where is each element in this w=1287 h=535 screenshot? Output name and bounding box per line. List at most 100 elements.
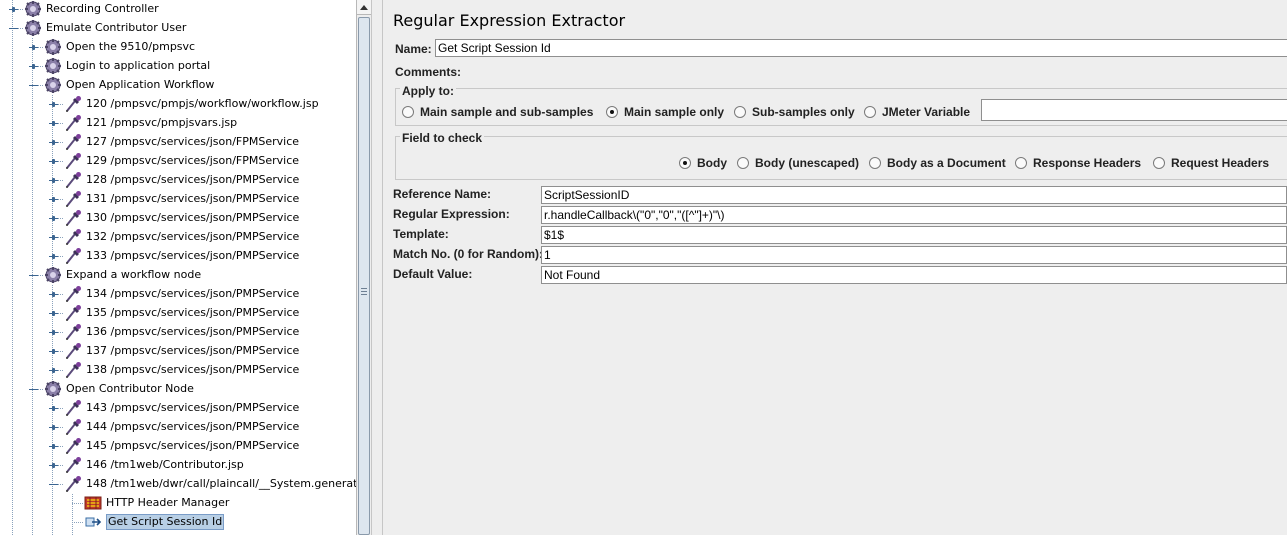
tree-node-label[interactable]: 133 /pmpsvc/services/json/PMPService: [86, 249, 299, 263]
collapse-handle-icon[interactable]: [9, 24, 18, 33]
tree-node-label[interactable]: 146 /tm1web/Contributor.jsp: [86, 458, 244, 472]
expand-handle-icon[interactable]: [49, 233, 58, 242]
tree-node-label[interactable]: 130 /pmpsvc/services/json/PMPService: [86, 211, 299, 225]
radio-button[interactable]: [679, 157, 691, 169]
field-input[interactable]: $1$: [541, 226, 1287, 244]
tree-node[interactable]: Emulate Contributor User: [0, 19, 356, 38]
expand-handle-icon[interactable]: [49, 461, 58, 470]
tree-node-label[interactable]: 145 /pmpsvc/services/json/PMPService: [86, 439, 299, 453]
tree-node-label[interactable]: Open Contributor Node: [66, 382, 194, 396]
tree-node[interactable]: Open Contributor Node: [0, 380, 356, 399]
expand-handle-icon[interactable]: [49, 290, 58, 299]
scroll-thumb[interactable]: [358, 17, 370, 535]
expand-handle-icon[interactable]: [29, 43, 38, 52]
tree-node-label[interactable]: 143 /pmpsvc/services/json/PMPService: [86, 401, 299, 415]
tree-node[interactable]: 137 /pmpsvc/services/json/PMPService: [0, 342, 356, 361]
field-input[interactable]: r.handleCallback\("0","0","([^"]+)"\): [541, 206, 1287, 224]
field-input[interactable]: 1: [541, 246, 1287, 264]
collapse-handle-icon[interactable]: [29, 81, 38, 90]
tree-node[interactable]: 121 /pmpsvc/pmpjsvars.jsp: [0, 114, 356, 133]
tree-node[interactable]: 135 /pmpsvc/services/json/PMPService: [0, 304, 356, 323]
tree-node[interactable]: 132 /pmpsvc/services/json/PMPService: [0, 228, 356, 247]
tree-node-label[interactable]: 138 /pmpsvc/services/json/PMPService: [86, 363, 299, 377]
tree-node[interactable]: HTTP Header Manager: [0, 494, 356, 513]
tree-node-label[interactable]: Get Script Session Id: [106, 514, 225, 530]
radio-button[interactable]: [1153, 157, 1165, 169]
tree-node-label[interactable]: Open the 9510/pmpsvc: [66, 40, 195, 54]
tree-node-label[interactable]: Login to application portal: [66, 59, 210, 73]
tree-node-label[interactable]: 131 /pmpsvc/services/json/PMPService: [86, 192, 299, 206]
tree-node[interactable]: 127 /pmpsvc/services/json/FPMService: [0, 133, 356, 152]
pane-splitter[interactable]: [371, 0, 383, 535]
tree-node-label[interactable]: 132 /pmpsvc/services/json/PMPService: [86, 230, 299, 244]
expand-handle-icon[interactable]: [49, 366, 58, 375]
tree-node[interactable]: 133 /pmpsvc/services/json/PMPService: [0, 247, 356, 266]
expand-handle-icon[interactable]: [49, 195, 58, 204]
expand-handle-icon[interactable]: [49, 138, 58, 147]
tree-node[interactable]: 144 /pmpsvc/services/json/PMPService: [0, 418, 356, 437]
tree-node-label[interactable]: 137 /pmpsvc/services/json/PMPService: [86, 344, 299, 358]
scroll-up-button[interactable]: [357, 0, 371, 15]
tree-node-label[interactable]: 120 /pmpsvc/pmpjs/workflow/workflow.jsp: [86, 97, 319, 111]
expand-handle-icon[interactable]: [49, 328, 58, 337]
tree-node-label[interactable]: 136 /pmpsvc/services/json/PMPService: [86, 325, 299, 339]
tree-node[interactable]: 136 /pmpsvc/services/json/PMPService: [0, 323, 356, 342]
collapse-handle-icon[interactable]: [29, 271, 38, 280]
expand-handle-icon[interactable]: [49, 157, 58, 166]
tree-node[interactable]: Expand a workflow node: [0, 266, 356, 285]
tree-node-label[interactable]: 148 /tm1web/dwr/call/plaincall/__System.…: [86, 477, 356, 491]
radio-button[interactable]: [606, 106, 618, 118]
tree-node-label[interactable]: Expand a workflow node: [66, 268, 201, 282]
tree-node[interactable]: Get Script Session Id: [0, 513, 356, 532]
tree-node-label[interactable]: Recording Controller: [46, 2, 159, 16]
tree-scrollbar[interactable]: [356, 0, 371, 535]
tree-node-label[interactable]: HTTP Header Manager: [106, 496, 229, 510]
tree-node-label[interactable]: 144 /pmpsvc/services/json/PMPService: [86, 420, 299, 434]
tree-node[interactable]: Login to application portal: [0, 57, 356, 76]
jmeter-variable-input[interactable]: [981, 99, 1287, 121]
expand-handle-icon[interactable]: [29, 62, 38, 71]
radio-button[interactable]: [402, 106, 414, 118]
test-plan-tree[interactable]: Recording Controller Emulate Contributor …: [0, 0, 356, 535]
expand-handle-icon[interactable]: [49, 176, 58, 185]
tree-node[interactable]: 143 /pmpsvc/services/json/PMPService: [0, 399, 356, 418]
tree-node[interactable]: 130 /pmpsvc/services/json/PMPService: [0, 209, 356, 228]
tree-node-label[interactable]: Open Application Workflow: [66, 78, 214, 92]
tree-node[interactable]: 129 /pmpsvc/services/json/FPMService: [0, 152, 356, 171]
radio-button[interactable]: [869, 157, 881, 169]
expand-handle-icon[interactable]: [49, 423, 58, 432]
expand-handle-icon[interactable]: [49, 347, 58, 356]
apply-to-option[interactable]: Main sample and sub-samples: [402, 104, 602, 120]
tree-node-label[interactable]: 129 /pmpsvc/services/json/FPMService: [86, 154, 299, 168]
expand-handle-icon[interactable]: [49, 252, 58, 261]
tree-node[interactable]: 145 /pmpsvc/services/json/PMPService: [0, 437, 356, 456]
expand-handle-icon[interactable]: [49, 100, 58, 109]
tree-node-label[interactable]: 134 /pmpsvc/services/json/PMPService: [86, 287, 299, 301]
tree-node-label[interactable]: Emulate Contributor User: [46, 21, 186, 35]
expand-handle-icon[interactable]: [49, 309, 58, 318]
field-check-option[interactable]: Request Headers: [1153, 155, 1287, 171]
tree-node[interactable]: 148 /tm1web/dwr/call/plaincall/__System.…: [0, 475, 356, 494]
tree-node[interactable]: 146 /tm1web/Contributor.jsp: [0, 456, 356, 475]
expand-handle-icon[interactable]: [49, 442, 58, 451]
tree-node[interactable]: Open the 9510/pmpsvc: [0, 38, 356, 57]
field-input[interactable]: ScriptSessionID: [541, 186, 1287, 204]
tree-node[interactable]: Recording Controller: [0, 0, 356, 19]
tree-node[interactable]: 138 /pmpsvc/services/json/PMPService: [0, 361, 356, 380]
tree-node[interactable]: 128 /pmpsvc/services/json/PMPService: [0, 171, 356, 190]
name-field[interactable]: Get Script Session Id: [435, 39, 1287, 57]
tree-node[interactable]: 134 /pmpsvc/services/json/PMPService: [0, 285, 356, 304]
tree-node-label[interactable]: 127 /pmpsvc/services/json/FPMService: [86, 135, 299, 149]
tree-node-label[interactable]: 128 /pmpsvc/services/json/PMPService: [86, 173, 299, 187]
radio-button[interactable]: [734, 106, 746, 118]
tree-node-label[interactable]: 121 /pmpsvc/pmpjsvars.jsp: [86, 116, 237, 130]
expand-handle-icon[interactable]: [49, 404, 58, 413]
tree-node-label[interactable]: 135 /pmpsvc/services/json/PMPService: [86, 306, 299, 320]
tree-node[interactable]: 131 /pmpsvc/services/json/PMPService: [0, 190, 356, 209]
radio-button[interactable]: [864, 106, 876, 118]
radio-button[interactable]: [1015, 157, 1027, 169]
radio-button[interactable]: [737, 157, 749, 169]
expand-handle-icon[interactable]: [49, 119, 58, 128]
collapse-handle-icon[interactable]: [29, 385, 38, 394]
field-input[interactable]: Not Found: [541, 266, 1287, 284]
